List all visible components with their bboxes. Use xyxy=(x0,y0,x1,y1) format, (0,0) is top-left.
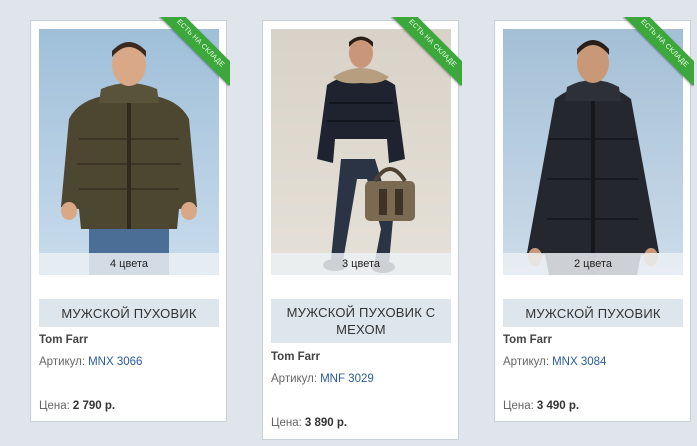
in-stock-ribbon-label: ЕСТЬ НА СКЛАДЕ xyxy=(158,17,230,86)
colors-count: 2 цвета xyxy=(503,253,683,275)
product-price: Цена: 3 890 р. xyxy=(271,417,347,429)
in-stock-ribbon-label: ЕСТЬ НА СКЛАДЕ xyxy=(622,17,694,86)
product-price: Цена: 2 790 р. xyxy=(39,400,115,412)
product-brand: Tom Farr xyxy=(503,334,552,346)
price-value: 2 790 р. xyxy=(72,400,116,412)
product-card[interactable]: 4 цвета ЕСТЬ НА СКЛАДЕ МУЖСКОЙ ПУХОВИК T… xyxy=(30,17,230,422)
product-price: Цена: 3 490 р. xyxy=(503,400,579,412)
price-label: Цена: xyxy=(271,417,302,429)
sku-link[interactable]: MNX 3084 xyxy=(552,356,606,368)
colors-count: 4 цвета xyxy=(39,253,219,275)
product-name[interactable]: МУЖСКОЙ ПУХОВИК xyxy=(503,299,683,327)
product-name[interactable]: МУЖСКОЙ ПУХОВИК С МЕХОМ xyxy=(271,299,451,343)
in-stock-ribbon-label: ЕСТЬ НА СКЛАДЕ xyxy=(390,17,462,86)
product-sku: Артикул: MNX 3066 xyxy=(39,356,142,368)
price-value: 3 890 р. xyxy=(304,417,348,429)
product-sku: Артикул: MNX 3084 xyxy=(503,356,606,368)
sku-link[interactable]: MNX 3066 xyxy=(88,356,142,368)
price-label: Цена: xyxy=(39,400,70,412)
product-brand: Tom Farr xyxy=(271,351,320,363)
sku-label: Артикул: xyxy=(39,356,86,368)
colors-count: 3 цвета xyxy=(271,253,451,275)
sku-label: Артикул: xyxy=(503,356,550,368)
price-label: Цена: xyxy=(503,400,534,412)
product-sku: Артикул: MNF 3029 xyxy=(271,373,374,385)
product-name[interactable]: МУЖСКОЙ ПУХОВИК xyxy=(39,299,219,327)
price-value: 3 490 р. xyxy=(536,400,580,412)
product-card[interactable]: 2 цвета ЕСТЬ НА СКЛАДЕ МУЖСКОЙ ПУХОВИК T… xyxy=(494,17,694,422)
product-card[interactable]: 3 цвета ЕСТЬ НА СКЛАДЕ МУЖСКОЙ ПУХОВИК С… xyxy=(262,17,462,440)
in-stock-ribbon: ЕСТЬ НА СКЛАДЕ xyxy=(158,17,230,89)
in-stock-ribbon: ЕСТЬ НА СКЛАДЕ xyxy=(390,17,462,89)
sku-label: Артикул: xyxy=(271,373,318,385)
sku-link[interactable]: MNF 3029 xyxy=(320,373,374,385)
in-stock-ribbon: ЕСТЬ НА СКЛАДЕ xyxy=(622,17,694,89)
product-brand: Tom Farr xyxy=(39,334,88,346)
